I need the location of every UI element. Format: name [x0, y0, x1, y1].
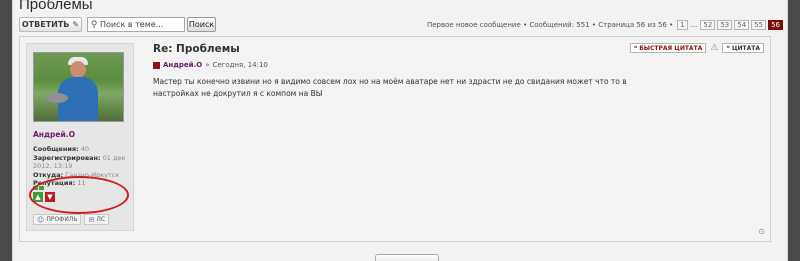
pm-button[interactable]: ✉ ЛС [84, 214, 110, 225]
author-profile: Андрей.О Сообщения: 40 Зарегистрирован: … [26, 43, 134, 231]
quick-quote-button[interactable]: ❝ БЫСТРАЯ ЦИТАТА [629, 43, 707, 53]
registered-label: Зарегистрирован: [33, 153, 101, 162]
quick-quote-label: БЫСТРАЯ ЦИТАТА [639, 44, 703, 52]
page-link-55[interactable]: 55 [751, 20, 767, 30]
page-link-54[interactable]: 54 [734, 20, 750, 30]
post-meta: Андрей.О » Сегодня, 14:10 [153, 61, 268, 69]
author-name[interactable]: Андрей.О [33, 130, 75, 139]
pagination: Первое новое сообщение • Сообщений: 551 … [427, 19, 783, 31]
post-time: Сегодня, 14:10 [212, 61, 268, 69]
page-link-1[interactable]: 1 [677, 20, 688, 30]
reply-label: ОТВЕТИТЬ [21, 20, 70, 29]
page-title: Проблемы [19, 0, 93, 13]
quote-button[interactable]: ❝ ЦИТАТА [722, 43, 764, 53]
quote-label: ЦИТАТА [731, 44, 760, 52]
avatar[interactable] [33, 52, 124, 122]
quote-icon: ❝ [633, 44, 638, 52]
message-icon: ✉ [88, 215, 95, 224]
page-current: 56 [768, 20, 783, 30]
messages-label: Сообщения: [33, 145, 79, 153]
search-icon: ⚲ [90, 19, 98, 30]
profile-buttons: ☺ ПРОФИЛЬ ✉ ЛС [33, 214, 110, 225]
meta-author[interactable]: Андрей.О [163, 61, 202, 69]
avatar-fish [46, 93, 68, 103]
search-button[interactable]: Поиск [187, 17, 216, 32]
post-body: Мастер ты конечно извини но я видимо сов… [153, 77, 627, 98]
post: Андрей.О Сообщения: 40 Зарегистрирован: … [19, 36, 771, 242]
user-icon: ☺ [37, 215, 45, 224]
post-title[interactable]: Re: Проблемы [153, 43, 240, 55]
pagination-info: Первое новое сообщение • Сообщений: 551 … [426, 21, 674, 29]
bottom-button[interactable] [375, 254, 439, 261]
page-link-52[interactable]: 52 [700, 20, 716, 30]
messages-value: 40 [80, 145, 90, 153]
report-icon[interactable]: ⚠ [710, 43, 718, 53]
tool-icon: ✎ [72, 20, 80, 29]
post-icon [153, 61, 160, 69]
page-link-53[interactable]: 53 [717, 20, 733, 30]
page-ellipsis: ... [690, 21, 698, 29]
post-actions: ❝ БЫСТРАЯ ЦИТАТА ⚠ ❝ ЦИТАТА [629, 43, 764, 53]
search-box[interactable]: ⚲ [87, 17, 185, 32]
reply-button[interactable]: ОТВЕТИТЬ ✎ [19, 17, 82, 32]
highlight-ellipse [29, 176, 129, 214]
pm-label: ЛС [96, 216, 106, 223]
avatar-head [70, 61, 86, 78]
quote-icon-2: ❝ [726, 44, 730, 52]
back-to-top-icon[interactable]: ⊙ [758, 227, 765, 236]
page: Проблемы ОТВЕТИТЬ ✎ ⚲ Поиск Первое новое… [12, 0, 788, 261]
meta-separator: » [205, 61, 210, 69]
profile-label: ПРОФИЛЬ [46, 216, 78, 223]
profile-button[interactable]: ☺ ПРОФИЛЬ [33, 214, 82, 225]
search-input[interactable] [100, 18, 184, 31]
